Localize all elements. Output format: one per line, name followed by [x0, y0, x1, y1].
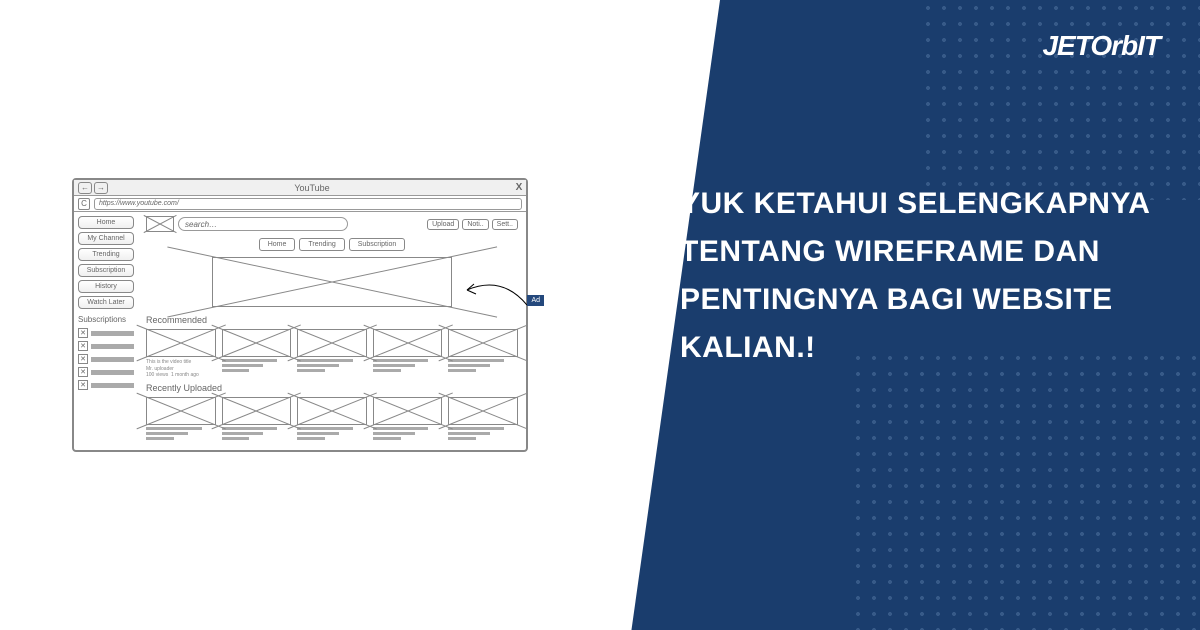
video-views: 100 views: [146, 372, 168, 378]
x-icon: ✕: [78, 367, 88, 377]
video-card: [222, 329, 292, 379]
x-icon: ✕: [78, 341, 88, 351]
wireframe-titlebar: ← → YouTube X: [74, 180, 526, 196]
noti-button: Noti..: [462, 219, 488, 230]
close-icon: X: [512, 182, 526, 193]
video-card: [448, 397, 518, 442]
video-card: [146, 397, 216, 442]
x-icon: ✕: [78, 380, 88, 390]
left-panel: ← → YouTube X C https://www.youtube.com/…: [0, 0, 600, 630]
subscription-row: ✕: [78, 367, 134, 377]
tab-trending: Trending: [299, 238, 344, 251]
url-field: https://www.youtube.com/: [94, 198, 522, 210]
thumbnail-placeholder-icon: [297, 397, 367, 425]
arrow-annotation-icon: [452, 270, 532, 310]
reload-icon: C: [78, 198, 90, 210]
video-age: 1 month ago: [171, 372, 199, 378]
subscription-row: ✕: [78, 341, 134, 351]
tab-home: Home: [259, 238, 296, 251]
subscription-row: ✕: [78, 380, 134, 390]
thumbnail-placeholder-icon: [297, 329, 367, 357]
thumbnail-placeholder-icon: [448, 397, 518, 425]
logo-placeholder-icon: [146, 216, 174, 232]
sidebar-item-history: History: [78, 280, 134, 293]
sidebar-item-home: Home: [78, 216, 134, 229]
hero-banner-placeholder: [212, 257, 452, 307]
upload-button: Upload: [427, 219, 459, 230]
ad-badge: Ad: [527, 295, 544, 306]
right-panel: JETOrbIT YUK KETAHUI SELENGKAPNYA TENTAN…: [600, 0, 1200, 630]
video-card: [297, 329, 367, 379]
x-icon: ✕: [78, 354, 88, 364]
thumbnail-placeholder-icon: [373, 329, 443, 357]
search-input: search…: [178, 217, 348, 231]
sidebar-item-my-channel: My Channel: [78, 232, 134, 245]
window-title: YouTube: [112, 183, 512, 193]
sidebar-item-trending: Trending: [78, 248, 134, 261]
section-recommended-title: Recommended: [146, 315, 518, 325]
video-card: [448, 329, 518, 379]
video-card: [222, 397, 292, 442]
subscription-row: ✕: [78, 354, 134, 364]
wireframe-main: search… Upload Noti.. Sett.. Home Trendi…: [138, 212, 526, 450]
brand-logo: JETOrbIT: [1042, 30, 1160, 62]
thumbnail-placeholder-icon: [222, 329, 292, 357]
subscription-row: ✕: [78, 328, 134, 338]
dot-pattern-decoration: [850, 350, 1200, 630]
wireframe-sidebar: Home My Channel Trending Subscription Hi…: [74, 212, 138, 450]
thumbnail-placeholder-icon: [146, 329, 216, 357]
tab-subscription: Subscription: [349, 238, 406, 251]
wireframe-mockup: ← → YouTube X C https://www.youtube.com/…: [72, 178, 528, 452]
x-icon: ✕: [78, 328, 88, 338]
back-icon: ←: [78, 182, 92, 194]
settings-button: Sett..: [492, 219, 518, 230]
video-card: [373, 397, 443, 442]
wireframe-urlbar: C https://www.youtube.com/: [74, 196, 526, 212]
video-card: [373, 329, 443, 379]
video-card: This is the video title Mr. uploader 100…: [146, 329, 216, 379]
thumbnail-placeholder-icon: [146, 397, 216, 425]
thumbnail-placeholder-icon: [373, 397, 443, 425]
thumbnail-placeholder-icon: [222, 397, 292, 425]
subscriptions-title: Subscriptions: [78, 315, 134, 324]
headline-text: YUK KETAHUI SELENGKAPNYA TENTANG WIREFRA…: [680, 180, 1160, 372]
thumbnail-placeholder-icon: [448, 329, 518, 357]
forward-icon: →: [94, 182, 108, 194]
video-card: [297, 397, 367, 442]
sidebar-item-subscription: Subscription: [78, 264, 134, 277]
sidebar-item-watch-later: Watch Later: [78, 296, 134, 309]
section-recent-title: Recently Uploaded: [146, 383, 518, 393]
